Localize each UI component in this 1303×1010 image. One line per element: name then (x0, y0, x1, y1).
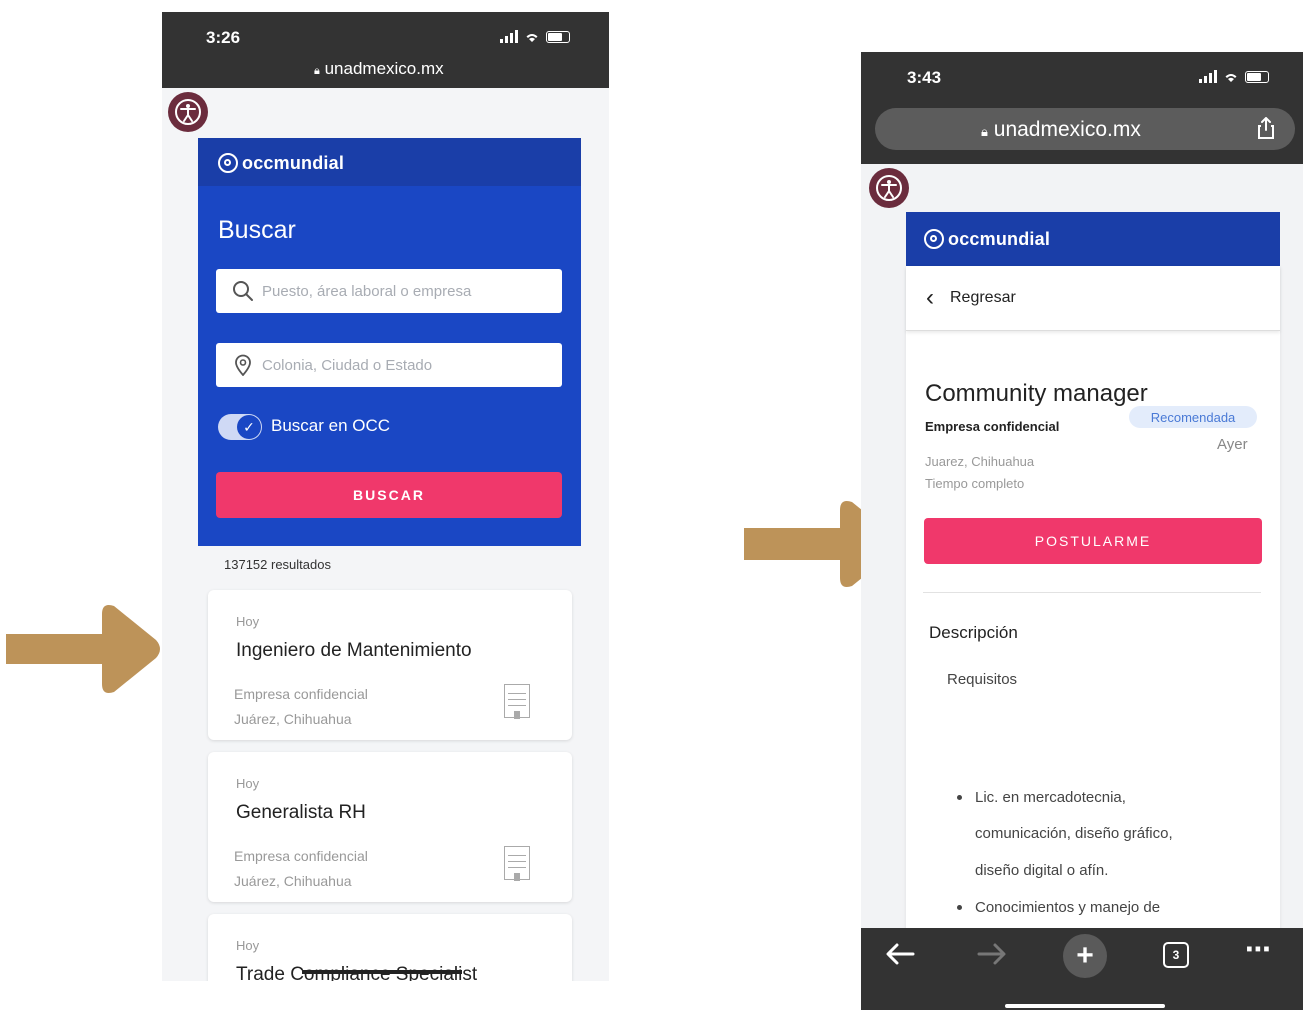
requirements-label: Requisitos (947, 671, 1018, 688)
wifi-icon (526, 33, 538, 42)
status-time: 3:43 (907, 68, 942, 87)
search-placeholder: Puesto, área laboral o empresa (262, 282, 472, 300)
job-type: Tiempo completo (925, 476, 1025, 491)
phone-screenshot-search: 3:26 🔒︎ unadmexico.mx occmundial Buscar (162, 12, 609, 981)
lock-icon: 🔒︎ (314, 65, 320, 77)
job-company: Empresa confidencial (234, 686, 368, 702)
wifi-icon (1225, 73, 1237, 82)
url-display: 🔒︎ unadmexico.mx (981, 118, 1141, 142)
search-panel: Buscar Puesto, área laboral o empresa Co… (198, 186, 581, 546)
bullet-dot (957, 795, 962, 800)
bullet-dot (957, 905, 962, 910)
job-company: Empresa confidencial (925, 419, 1060, 434)
description-title: Descripción (929, 623, 1018, 642)
location-pin-icon (235, 354, 251, 376)
signal-icon (1199, 70, 1217, 83)
accessibility-icon[interactable] (168, 92, 208, 132)
job-title: Community manager (925, 380, 1148, 407)
occ-logo-text: occmundial (242, 152, 345, 173)
building-icon (504, 846, 530, 881)
job-location: Juarez, Chihuahua (925, 454, 1035, 469)
url-text: unadmexico.mx (324, 59, 444, 78)
forward-arrow-icon[interactable] (977, 942, 1007, 966)
search-title: Buscar (218, 216, 296, 244)
status-icons (500, 30, 570, 43)
lock-icon: 🔒︎ (981, 124, 988, 139)
search-input[interactable]: Puesto, área laboral o empresa (216, 269, 562, 313)
back-label: Regresar (950, 289, 1016, 306)
arrow-shape (6, 605, 160, 693)
status-bar: 3:43 🔒︎ unadmexico.mx (861, 52, 1303, 164)
building-icon (504, 684, 530, 719)
job-location: Juárez, Chihuahua (234, 711, 352, 727)
job-company: Empresa confidencial (234, 848, 368, 864)
occ-logo-text: occmundial (948, 228, 1051, 249)
phone-screenshot-job-detail: 3:43 🔒︎ unadmexico.mx occmundial ‹ Regre… (861, 52, 1303, 1010)
bullet-line: diseño digital o afín. (975, 862, 1109, 879)
search-button[interactable]: BUSCAR (216, 472, 562, 518)
new-tab-plus-icon[interactable]: + (1063, 934, 1107, 978)
accessibility-icon[interactable] (869, 168, 909, 208)
check-icon: ✓ (237, 415, 261, 439)
results-count: 137152 resultados (224, 557, 331, 572)
toggle-label: Buscar en OCC (271, 416, 391, 435)
chevron-left-icon: ‹ (926, 284, 934, 311)
home-indicator (1005, 1004, 1165, 1008)
bullet-line: Conocimientos y manejo de (975, 899, 1161, 916)
bullet-line: comunicación, diseño gráfico, (975, 825, 1173, 842)
occ-search-toggle[interactable]: ✓ (218, 414, 262, 440)
occ-header: occmundial (906, 212, 1280, 266)
status-icons (1199, 70, 1269, 83)
job-date: Hoy (236, 614, 260, 629)
apply-button[interactable]: POSTULARME (924, 518, 1262, 564)
job-card[interactable]: Hoy Ingeniero de Mantenimiento Empresa c… (208, 590, 572, 740)
url-text: unadmexico.mx (993, 118, 1141, 141)
battery-icon (1245, 70, 1269, 83)
status-bar: 3:26 🔒︎ unadmexico.mx (162, 12, 609, 88)
occ-header: occmundial (198, 138, 581, 188)
more-options-icon[interactable]: ⋯ (1245, 934, 1272, 965)
job-date: Hoy (236, 938, 260, 953)
job-title: Ingeniero de Mantenimiento (236, 640, 472, 661)
back-button[interactable]: ‹ Regresar (906, 266, 1280, 331)
url-bar[interactable]: 🔒︎ unadmexico.mx (875, 108, 1295, 150)
battery-icon (546, 30, 570, 43)
search-icon (233, 281, 253, 301)
location-input[interactable]: Colonia, Ciudad o Estado (216, 343, 562, 387)
divider (923, 592, 1261, 593)
job-posted: Ayer (1217, 436, 1248, 453)
occ-logo-icon (924, 229, 944, 249)
recommended-badge: Recomendada (1129, 406, 1257, 428)
back-arrow-icon[interactable] (885, 942, 915, 966)
signal-icon (500, 30, 518, 43)
browser-toolbar: + 3 ⋯ (861, 928, 1303, 1010)
tabs-count-icon[interactable]: 3 (1163, 942, 1189, 968)
job-location: Juárez, Chihuahua (234, 873, 352, 889)
occ-logo-icon (218, 153, 238, 173)
bullet-line: Lic. en mercadotecnia, (975, 789, 1126, 806)
url-display[interactable]: 🔒︎ unadmexico.mx (314, 59, 444, 79)
job-card[interactable]: Hoy Generalista RH Empresa confidencial … (208, 752, 572, 902)
accessibility-figure (876, 175, 902, 201)
job-date: Hoy (236, 776, 260, 791)
status-time: 3:26 (206, 28, 241, 47)
arrow-left-indicator (6, 605, 160, 693)
job-title: Generalista RH (236, 802, 366, 823)
location-placeholder: Colonia, Ciudad o Estado (262, 356, 433, 374)
accessibility-figure (175, 99, 201, 125)
share-icon[interactable] (1257, 117, 1275, 139)
home-indicator (302, 970, 462, 974)
